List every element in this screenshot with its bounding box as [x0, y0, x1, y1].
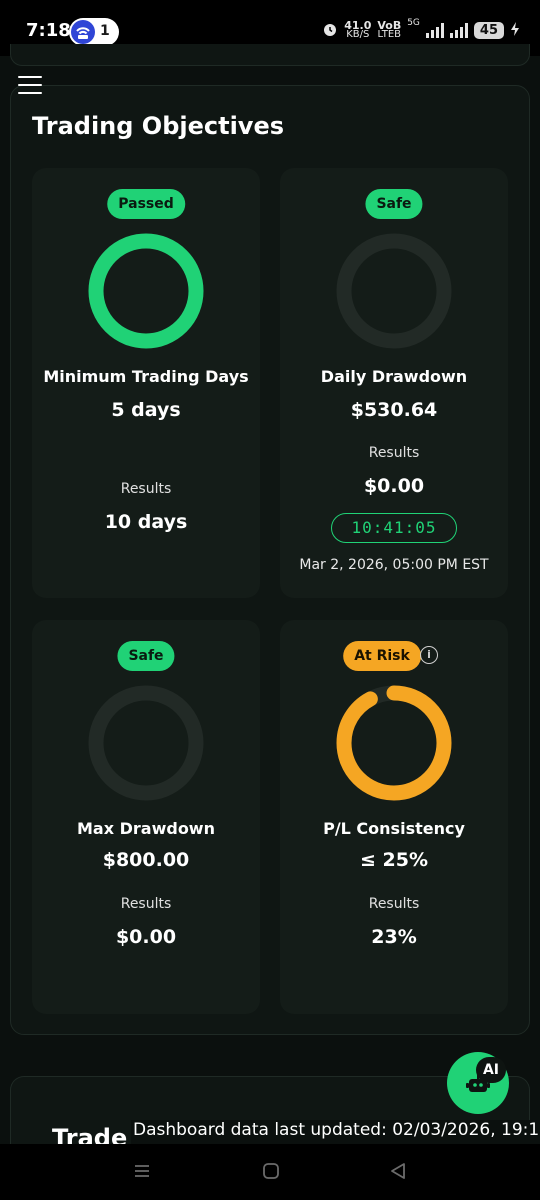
results-value: $0.00: [363, 475, 425, 497]
progress-ring: [88, 685, 204, 801]
status-badge: Safe: [117, 641, 175, 671]
objective-card-max-drawdown: Safe Max Drawdown $800.00 Results $0.00: [32, 620, 260, 1014]
results-label: Results: [368, 896, 420, 912]
objective-card-min-trading-days: Passed Minimum Trading Days 5 days Resul…: [32, 168, 260, 598]
objective-value: ≤ 25%: [359, 849, 428, 871]
ai-label[interactable]: AI: [476, 1057, 506, 1083]
previous-card-edge: [10, 44, 530, 66]
objective-label: P/L Consistency: [323, 819, 465, 838]
results-label: Results: [120, 481, 172, 497]
last-updated-text: Dashboard data last updated: 02/03/2026,…: [131, 1120, 540, 1146]
status-badge: Safe: [365, 189, 423, 219]
progress-ring: [336, 233, 452, 349]
volte-indicator: VoB LTEB: [377, 19, 402, 40]
objective-card-daily-drawdown: Safe Daily Drawdown $530.64 Results $0.0…: [280, 168, 508, 598]
status-icons: 41.0 KB/S VoB LTEB 5G 45: [322, 18, 520, 42]
notification-pill[interactable]: 1: [69, 18, 119, 46]
system-nav-bar: [0, 1144, 540, 1200]
reset-countdown-timer: 10:41:05: [331, 513, 457, 543]
results-label: Results: [120, 896, 172, 912]
objective-value: $800.00: [102, 849, 190, 871]
objective-label: Max Drawdown: [77, 819, 215, 838]
recents-icon[interactable]: [133, 1162, 151, 1180]
notification-count: 1: [100, 23, 110, 39]
status-time: 7:18: [26, 20, 71, 41]
objective-value: 5 days: [111, 399, 181, 421]
objective-card-pl-consistency: At Risk i P/L Consistency ≤ 25% Results …: [280, 620, 508, 1014]
network-type: 5G: [407, 18, 420, 28]
reset-date: Mar 2, 2026, 05:00 PM EST: [299, 557, 489, 573]
signal-icon-2: [449, 22, 468, 38]
alarm-icon: [322, 21, 338, 40]
results-label: Results: [368, 445, 420, 461]
info-icon[interactable]: i: [420, 646, 438, 664]
progress-ring: [336, 685, 452, 801]
wifi-hotspot-icon: [71, 20, 95, 44]
network-speed: 41.0 KB/S: [344, 19, 372, 40]
objective-label: Daily Drawdown: [320, 367, 468, 386]
section-title: Trading Objectives: [32, 112, 285, 140]
objective-label: Minimum Trading Days: [43, 367, 249, 386]
signal-icon-1: [425, 22, 444, 38]
back-icon[interactable]: [389, 1162, 407, 1180]
charging-icon: [510, 21, 520, 39]
progress-ring: [88, 233, 204, 349]
menu-icon[interactable]: [18, 76, 42, 94]
status-badge: Passed: [107, 189, 185, 219]
home-icon[interactable]: [262, 1162, 280, 1180]
status-badge: At Risk: [343, 641, 421, 671]
results-value: 10 days: [104, 511, 188, 533]
objective-value: $530.64: [350, 399, 438, 421]
battery-icon: 45: [473, 21, 504, 39]
results-value: 23%: [371, 926, 417, 948]
results-value: $0.00: [115, 926, 177, 948]
